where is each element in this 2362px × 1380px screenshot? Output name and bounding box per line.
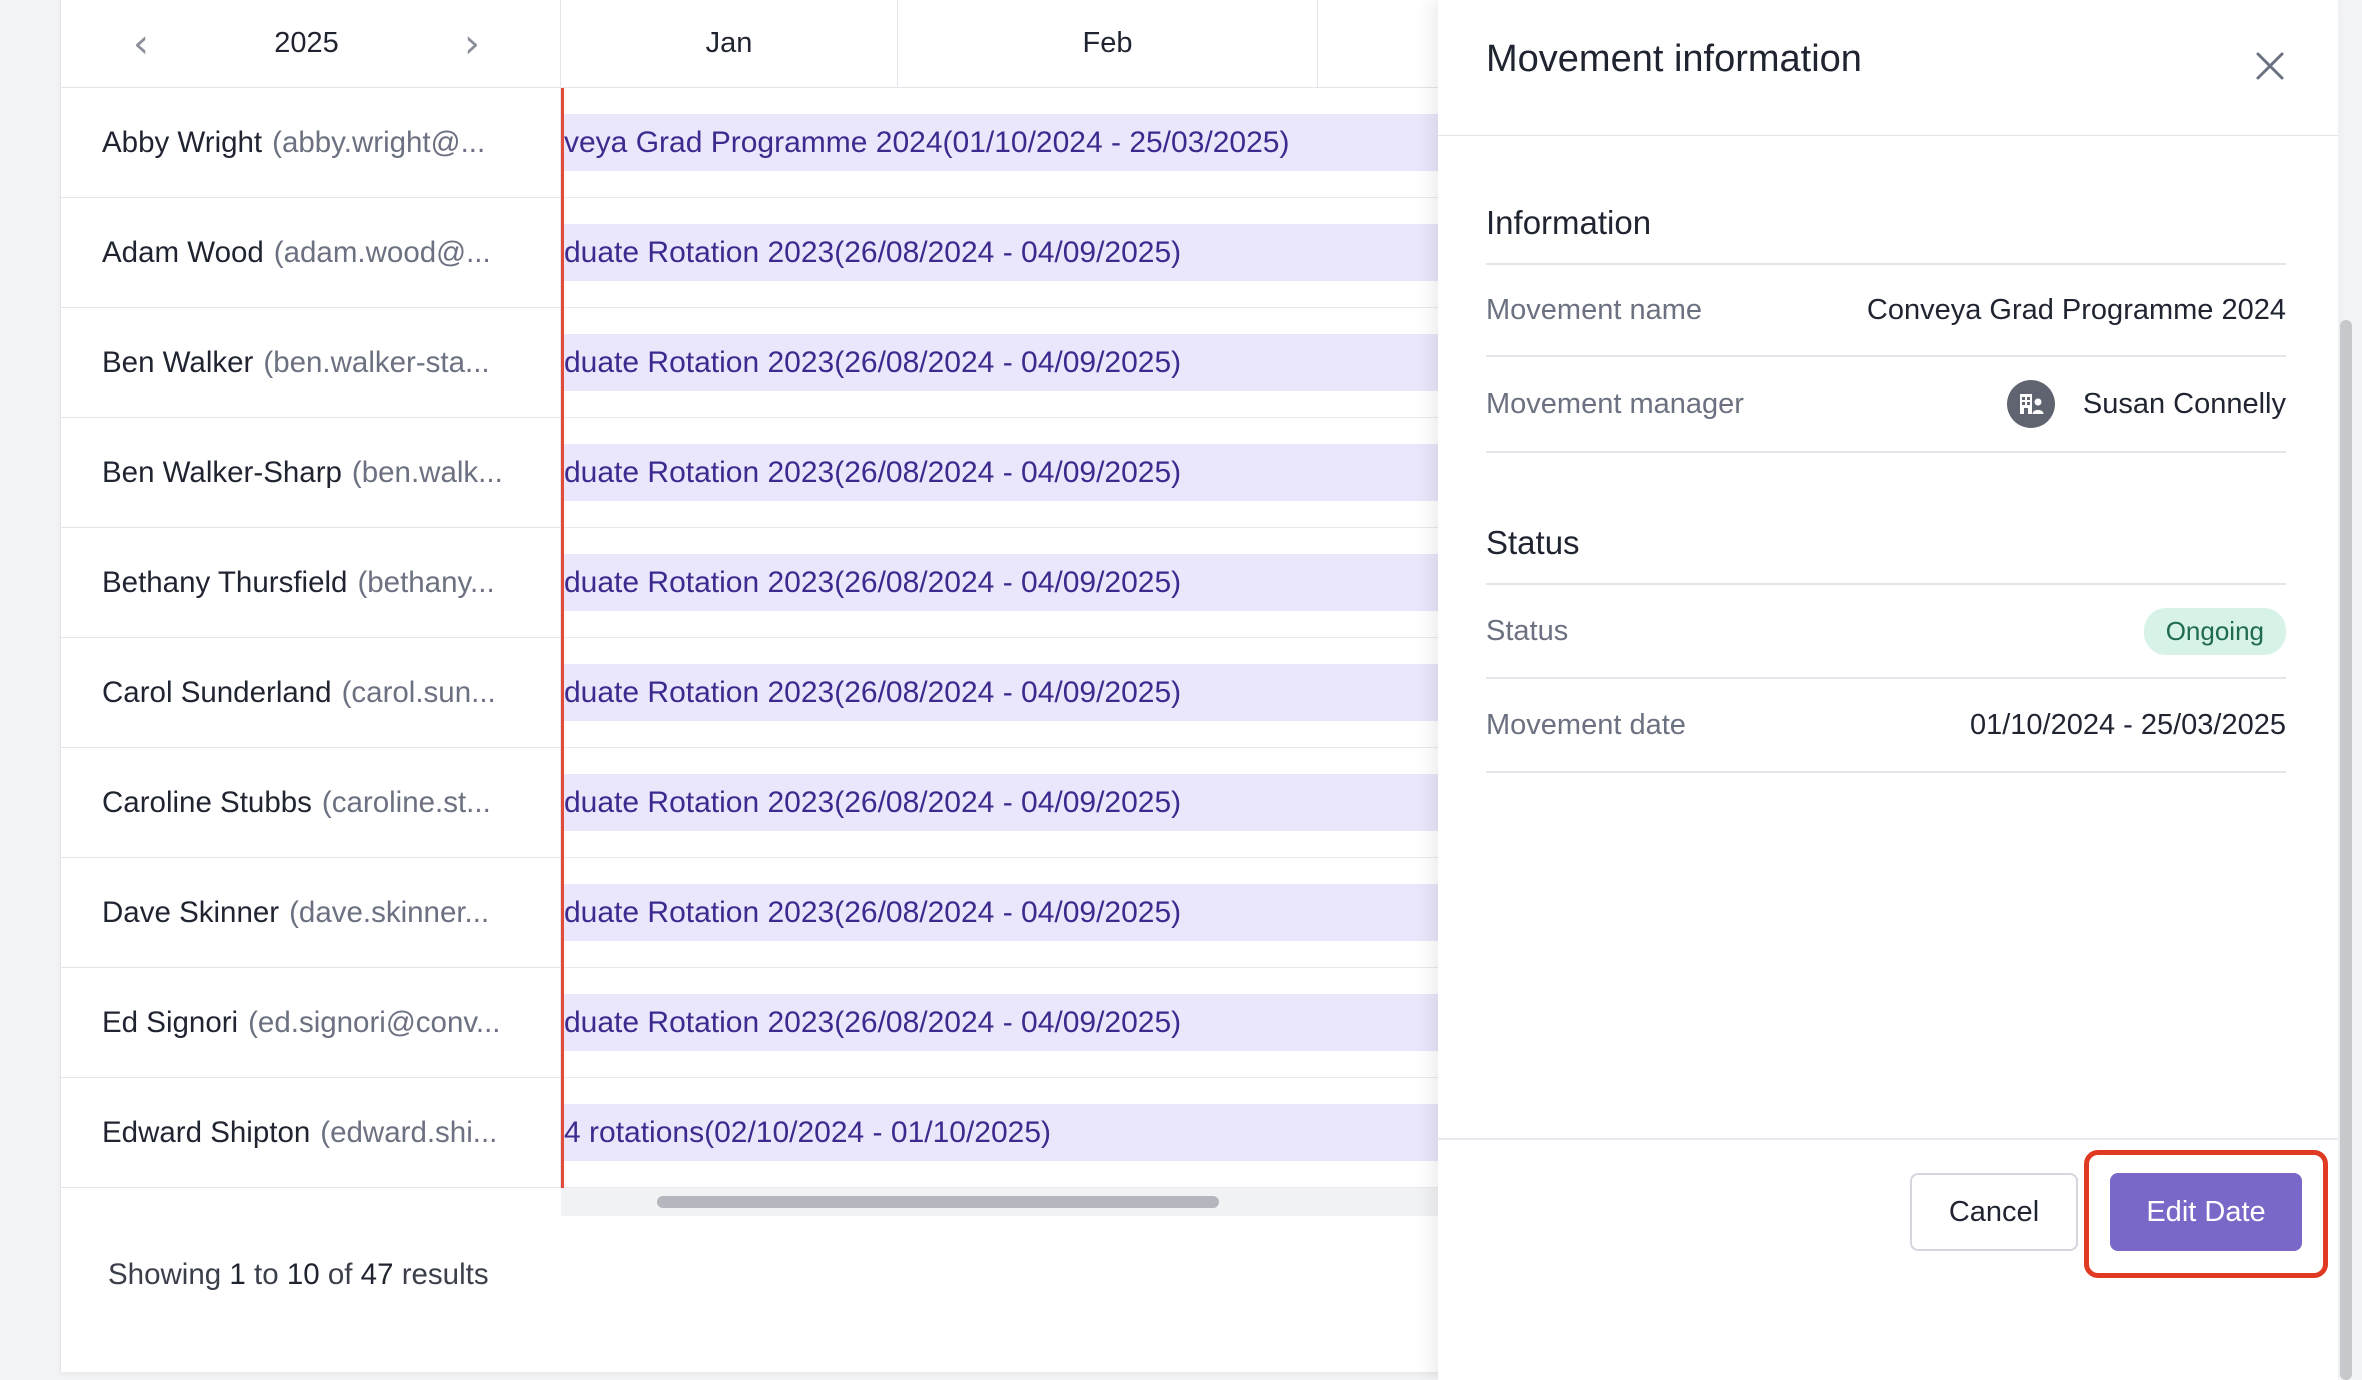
employee-email: (carol.sun...	[341, 675, 496, 709]
pagination-prefix: Showing	[108, 1258, 222, 1291]
movement-name-label: Movement name	[1486, 293, 1702, 326]
month-header-jan: Jan	[561, 0, 898, 88]
timeline-row: duate Rotation 2023(26/08/2024 - 04/09/2…	[564, 418, 1519, 528]
movement-date-label: Movement date	[1486, 708, 1686, 741]
employee-row[interactable]: Ben Walker (ben.walker-sta...	[61, 308, 560, 418]
month-header-feb: Feb	[898, 0, 1318, 88]
movement-bar[interactable]: veya Grad Programme 2024(01/10/2024 - 25…	[564, 114, 1519, 171]
pagination-of-word: of	[327, 1258, 353, 1291]
employee-email: (ben.walker-sta...	[263, 345, 490, 379]
employee-email: (edward.shi...	[320, 1115, 498, 1149]
chevron-left-icon[interactable]: ‹	[133, 24, 149, 64]
timeline-card: ‹ 2025 › Jan Feb Abby Wright (abby.wright…	[60, 0, 1519, 1372]
pagination-from: 1	[229, 1258, 246, 1291]
employee-email: (bethany...	[357, 565, 495, 599]
employee-row[interactable]: Adam Wood (adam.wood@...	[61, 198, 560, 308]
movement-manager-row: Movement manager Susan Connelly	[1486, 357, 2286, 453]
employee-row[interactable]: Abby Wright (abby.wright@...	[61, 88, 560, 198]
movement-bar[interactable]: 4 rotations(02/10/2024 - 01/10/2025)	[564, 1104, 1519, 1161]
movement-manager-label: Movement manager	[1486, 387, 1744, 420]
cancel-button[interactable]: Cancel	[1910, 1173, 2078, 1251]
vertical-scrollbar[interactable]	[2340, 320, 2352, 1380]
employee-row[interactable]: Carol Sunderland (carol.sun...	[61, 638, 560, 748]
employee-email: (ed.signori@conv...	[248, 1005, 501, 1039]
close-icon[interactable]	[2248, 44, 2292, 88]
timeline-row: duate Rotation 2023(26/08/2024 - 04/09/2…	[564, 198, 1519, 308]
movement-manager-value: Susan Connelly	[2082, 387, 2286, 420]
timeline-row: duate Rotation 2023(26/08/2024 - 04/09/2…	[564, 308, 1519, 418]
movement-name-value: Conveya Grad Programme 2024	[1866, 293, 2286, 326]
timeline-row: veya Grad Programme 2024(01/10/2024 - 25…	[564, 88, 1519, 198]
edit-date-highlight-box	[2084, 1150, 2328, 1278]
employee-name: Adam Wood	[102, 235, 264, 269]
horizontal-scrollbar-thumb[interactable]	[657, 1196, 1219, 1208]
pagination-to: 10	[286, 1258, 320, 1291]
employee-name: Ben Walker	[102, 345, 254, 379]
movement-bar[interactable]: duate Rotation 2023(26/08/2024 - 04/09/2…	[564, 884, 1519, 941]
movement-bar[interactable]: duate Rotation 2023(26/08/2024 - 04/09/2…	[564, 334, 1519, 391]
information-heading: Information	[1486, 204, 1652, 241]
employee-email: (caroline.st...	[321, 785, 491, 819]
employee-name: Ben Walker-Sharp	[102, 455, 342, 489]
pagination-summary: Showing 1 to 10 of 47 results	[108, 1258, 489, 1292]
employee-name: Ed Signori	[102, 1005, 239, 1039]
pagination-suffix: results	[401, 1258, 489, 1291]
employee-name: Dave Skinner	[102, 895, 280, 929]
year-label: 2025	[274, 27, 339, 59]
year-navigator: ‹ 2025 ›	[61, 0, 561, 88]
movement-bar[interactable]: duate Rotation 2023(26/08/2024 - 04/09/2…	[564, 224, 1519, 281]
timeline-row: duate Rotation 2023(26/08/2024 - 04/09/2…	[564, 748, 1519, 858]
employee-email: (abby.wright@...	[272, 125, 486, 159]
timeline-row: duate Rotation 2023(26/08/2024 - 04/09/2…	[564, 528, 1519, 638]
employee-row[interactable]: Ed Signori (ed.signori@conv...	[61, 968, 560, 1078]
movement-bar[interactable]: duate Rotation 2023(26/08/2024 - 04/09/2…	[564, 554, 1519, 611]
employee-email: (adam.wood@...	[273, 235, 491, 269]
employee-row[interactable]: Edward Shipton (edward.shi...	[61, 1078, 560, 1188]
timeline-row: duate Rotation 2023(26/08/2024 - 04/09/2…	[564, 638, 1519, 748]
today-marker-line	[561, 88, 564, 1188]
employee-row[interactable]: Ben Walker-Sharp (ben.walk...	[61, 418, 560, 528]
employee-email: (dave.skinner...	[289, 895, 490, 929]
movement-bar[interactable]: duate Rotation 2023(26/08/2024 - 04/09/2…	[564, 774, 1519, 831]
movement-bars-area: veya Grad Programme 2024(01/10/2024 - 25…	[564, 88, 1519, 1188]
timeline-row: duate Rotation 2023(26/08/2024 - 04/09/2…	[564, 968, 1519, 1078]
status-heading: Status	[1486, 524, 1580, 561]
employee-name: Abby Wright	[102, 125, 263, 159]
employee-email: (ben.walk...	[351, 455, 503, 489]
employee-name: Carol Sunderland	[102, 675, 332, 709]
employee-name: Bethany Thursfield	[102, 565, 348, 599]
movement-bar[interactable]: duate Rotation 2023(26/08/2024 - 04/09/2…	[564, 444, 1519, 501]
movement-bar[interactable]: duate Rotation 2023(26/08/2024 - 04/09/2…	[564, 994, 1519, 1051]
movement-name-row: Movement name Conveya Grad Programme 202…	[1486, 265, 2286, 357]
movement-bar[interactable]: duate Rotation 2023(26/08/2024 - 04/09/2…	[564, 664, 1519, 721]
timeline-row: duate Rotation 2023(26/08/2024 - 04/09/2…	[564, 858, 1519, 968]
employee-row[interactable]: Caroline Stubbs (caroline.st...	[61, 748, 560, 858]
status-badge: Ongoing	[2143, 607, 2286, 655]
timeline-row: 4 rotations(02/10/2024 - 01/10/2025)	[564, 1078, 1519, 1188]
movement-manager: Susan Connelly	[2006, 380, 2286, 428]
employee-row[interactable]: Bethany Thursfield (bethany...	[61, 528, 560, 638]
pagination-to-word: to	[254, 1258, 279, 1291]
employee-name-column: Abby Wright (abby.wright@... Adam Wood (ada…	[61, 88, 561, 1188]
employee-name: Edward Shipton	[102, 1115, 311, 1149]
employee-row[interactable]: Dave Skinner (dave.skinner...	[61, 858, 560, 968]
employee-name: Caroline Stubbs	[102, 785, 312, 819]
movement-date-row: Movement date 01/10/2024 - 25/03/2025	[1486, 679, 2286, 773]
status-row: Status Ongoing	[1486, 585, 2286, 679]
panel-footer-divider	[1438, 1138, 2338, 1140]
panel-title: Movement information	[1486, 38, 1862, 80]
panel-header: Movement information	[1438, 0, 2338, 136]
building-user-icon	[2006, 380, 2055, 428]
pagination-total: 47	[360, 1258, 394, 1291]
status-label: Status	[1486, 614, 1569, 647]
movement-date-value: 01/10/2024 - 25/03/2025	[1969, 708, 2286, 741]
chevron-right-icon[interactable]: ›	[464, 24, 480, 64]
